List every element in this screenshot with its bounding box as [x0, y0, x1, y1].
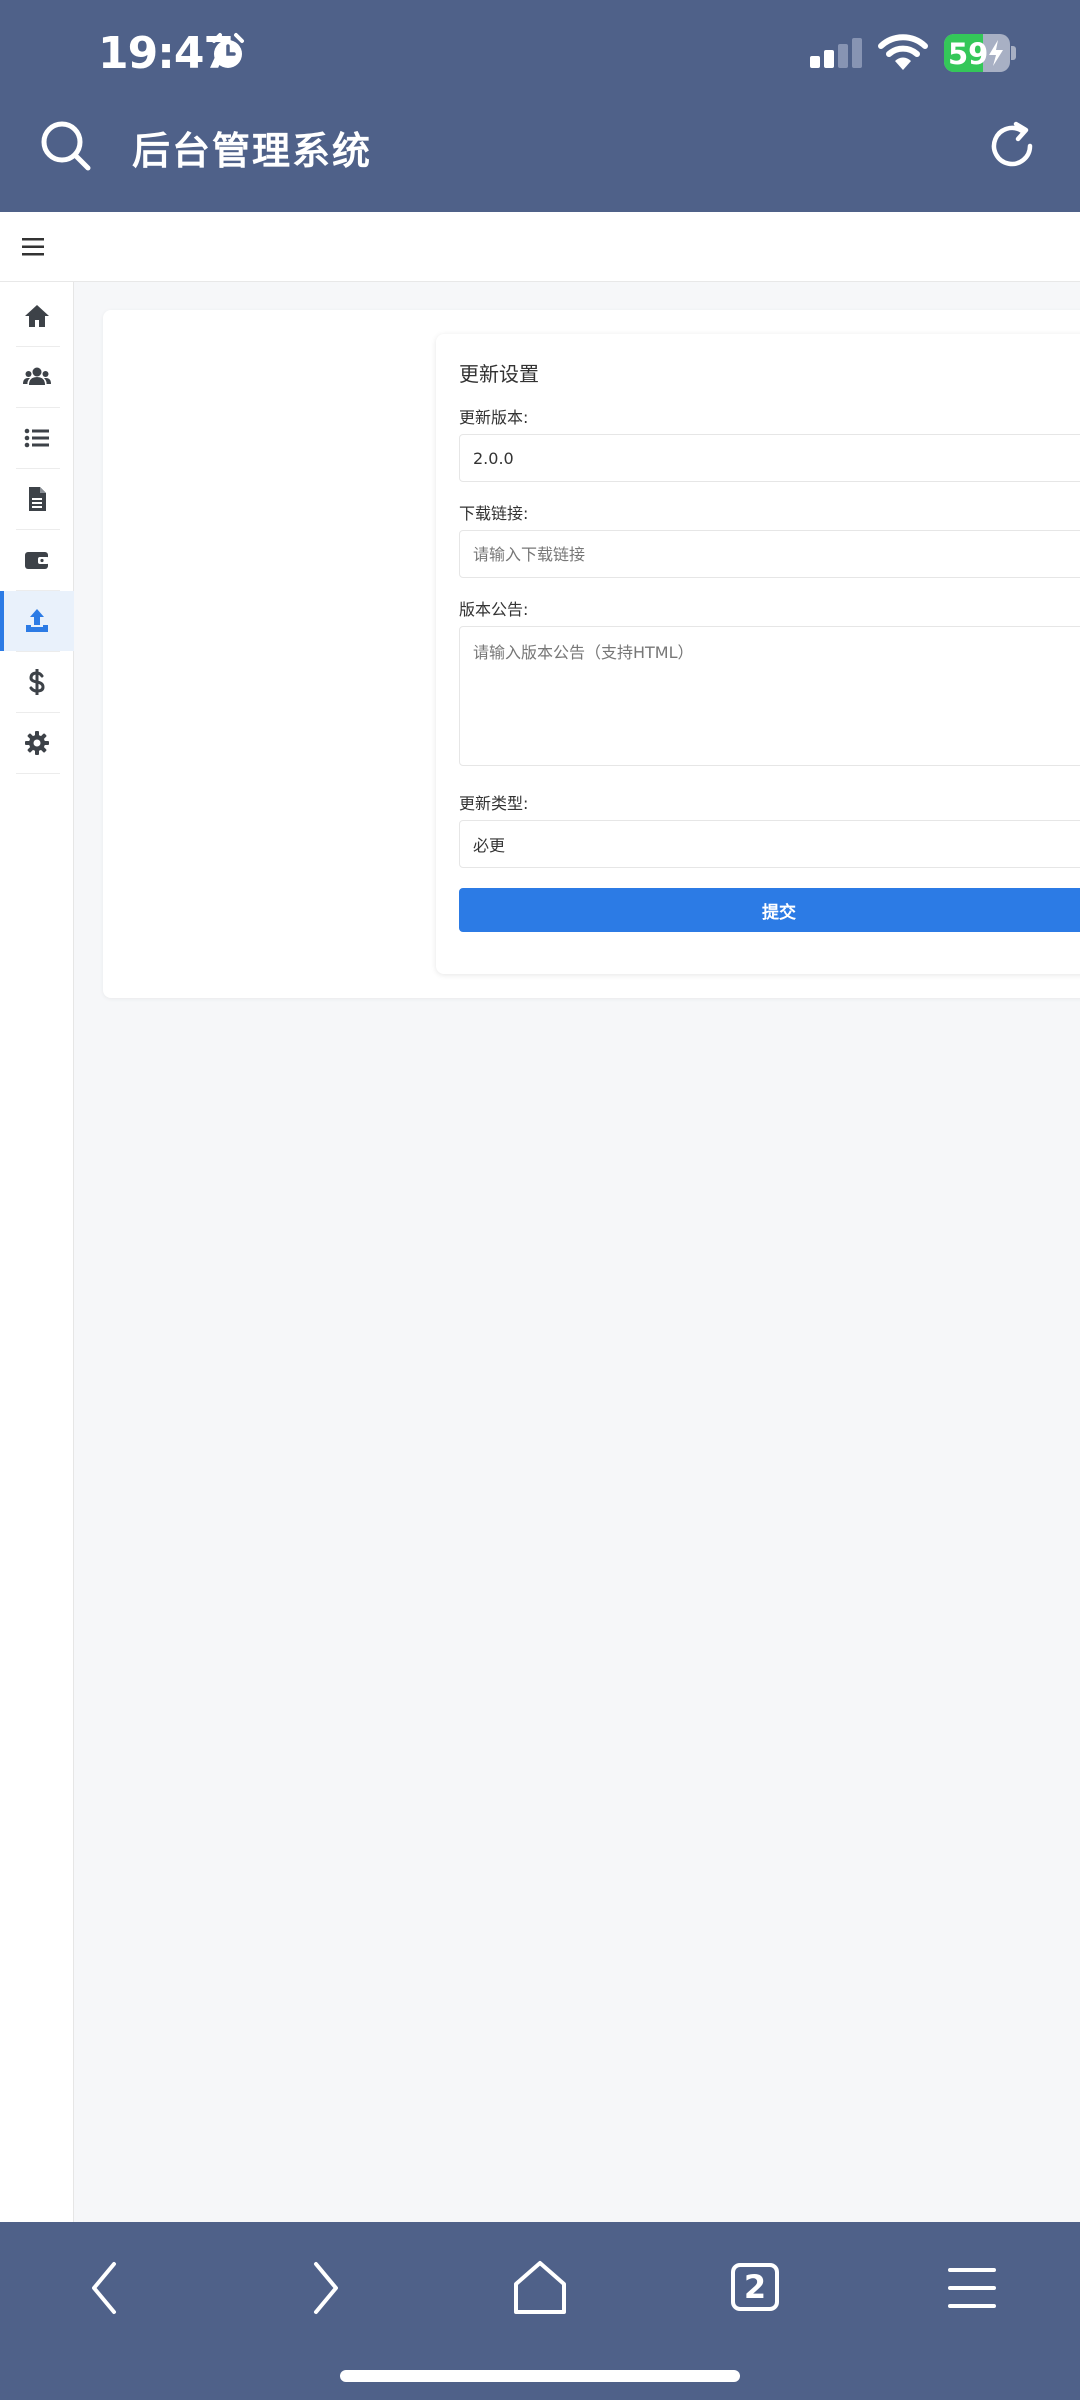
download-link-label: 下载链接: — [459, 504, 529, 523]
chevron-left-icon — [92, 2262, 116, 2314]
sidebar — [0, 282, 74, 2222]
app-header — [0, 212, 1080, 282]
sidebar-item-list[interactable] — [0, 408, 74, 469]
cell-signal-icon — [810, 38, 862, 68]
battery-indicator: 59 — [944, 34, 1016, 72]
sidebar-item-finance[interactable] — [0, 652, 74, 713]
sidebar-item-users[interactable] — [0, 347, 74, 408]
wallet-icon — [25, 552, 49, 569]
tabs-button[interactable]: 2 — [731, 2263, 779, 2311]
notice-label: 版本公告: — [459, 600, 529, 619]
update-type-select[interactable] — [459, 820, 1080, 868]
menu-toggle-icon[interactable] — [22, 236, 46, 258]
submit-button[interactable]: 提交 — [459, 888, 1080, 932]
wifi-icon — [878, 34, 928, 70]
users-icon — [23, 367, 51, 385]
menu-button[interactable] — [940, 2256, 1004, 2320]
sidebar-item-document[interactable] — [0, 469, 74, 530]
form-title: 更新设置 — [459, 362, 539, 386]
version-label: 更新版本: — [459, 408, 529, 427]
sidebar-item-home[interactable] — [0, 286, 74, 347]
download-link-input[interactable] — [459, 530, 1080, 578]
reload-icon[interactable] — [984, 118, 1040, 174]
gear-icon — [25, 731, 49, 755]
home-button[interactable] — [508, 2256, 572, 2320]
alarm-icon — [212, 33, 244, 68]
home-outline-icon — [514, 2261, 566, 2314]
browser-top-bar: 19:47 59 后台管理系统 — [0, 0, 1080, 212]
sidebar-item-update[interactable] — [0, 591, 74, 652]
upload-icon — [26, 609, 48, 632]
search-icon[interactable] — [38, 118, 94, 174]
forward-button[interactable] — [292, 2256, 356, 2320]
file-icon — [29, 487, 46, 511]
chevron-right-icon — [314, 2262, 338, 2314]
notice-textarea[interactable] — [459, 626, 1080, 766]
home-indicator — [340, 2370, 740, 2382]
dollar-icon — [29, 669, 45, 695]
battery-level: 59 — [948, 37, 989, 71]
back-button[interactable] — [76, 2256, 140, 2320]
list-icon — [24, 428, 49, 448]
charging-bolt-icon — [989, 40, 1003, 66]
sidebar-item-settings[interactable] — [0, 713, 74, 774]
version-input[interactable] — [459, 434, 1080, 482]
home-icon — [25, 305, 49, 327]
update-type-label: 更新类型: — [459, 794, 529, 813]
hamburger-menu-icon — [948, 2268, 996, 2308]
sidebar-item-wallet[interactable] — [0, 530, 74, 591]
page-title: 后台管理系统 — [132, 129, 373, 173]
